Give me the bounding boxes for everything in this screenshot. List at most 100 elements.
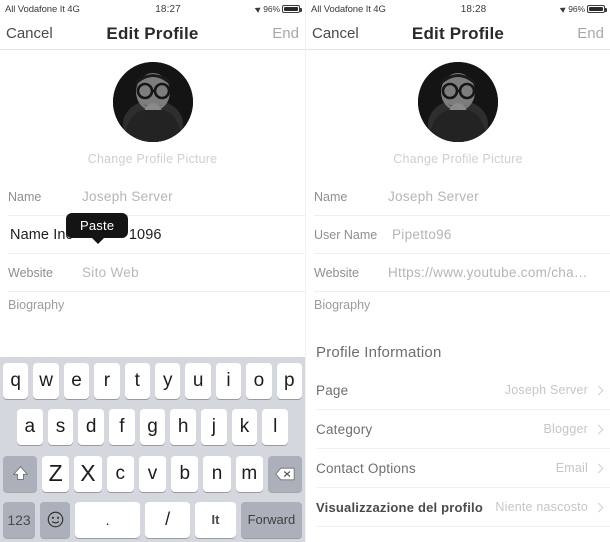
status-bar-time: 18:27 <box>155 3 181 15</box>
contact-options-value: Email <box>555 461 588 475</box>
field-row-biography[interactable]: Biography <box>8 292 305 322</box>
key-v[interactable]: v <box>138 455 167 492</box>
status-bar-carrier-group-right: All Vodafone It 4G <box>311 4 386 15</box>
status-bar-indicators-right: 96% <box>560 4 607 14</box>
website-label: Website <box>8 265 53 280</box>
key-b[interactable]: b <box>171 455 199 492</box>
delete-icon[interactable] <box>267 455 302 492</box>
key-d[interactable]: d <box>78 409 104 446</box>
key-g[interactable]: g <box>139 409 166 446</box>
battery-icon <box>587 5 607 13</box>
numbers-key[interactable]: 123 <box>3 501 35 538</box>
end-button[interactable]: End <box>272 25 299 42</box>
key-y[interactable]: y <box>155 363 181 399</box>
cancel-button[interactable]: Cancel <box>6 25 53 42</box>
avatar[interactable] <box>418 62 498 142</box>
key-o[interactable]: o <box>246 363 272 399</box>
username-input[interactable]: Pipetto96 <box>392 227 452 242</box>
key-a[interactable]: a <box>16 409 43 446</box>
profile-photo-illustration <box>418 62 498 142</box>
chevron-right-icon <box>593 424 604 434</box>
status-bar-time: 18:28 <box>460 3 487 15</box>
key-x[interactable]: X <box>74 455 102 492</box>
chevron-right-icon <box>593 463 604 473</box>
profile-row-category[interactable]: Category Blogger <box>316 410 610 449</box>
username-suffix: 1096 <box>128 226 162 243</box>
key-h[interactable]: h <box>170 409 197 446</box>
field-row-website[interactable]: Website Https://www.youtube.com/cha… <box>314 254 610 292</box>
biography-label: Biography <box>8 298 65 312</box>
field-row-biography[interactable]: Biography <box>314 292 610 322</box>
edit-profile-form-right: Name Joseph Server User Name Pipetto96 W… <box>306 174 610 322</box>
key-k[interactable]: k <box>231 409 258 446</box>
key-s[interactable]: s <box>47 409 74 446</box>
nav-bar-left: Cancel Edit Profile End <box>0 18 305 50</box>
end-button[interactable]: End <box>577 25 604 42</box>
dual-screenshot-container: All Vodafone It 4G 18:27 96% Cancel Edit… <box>0 0 610 542</box>
key-n[interactable]: n <box>203 455 231 492</box>
profile-row-page[interactable]: Page Joseph Server <box>316 371 610 410</box>
username-label: User Name <box>314 227 378 242</box>
shift-icon[interactable] <box>3 455 38 492</box>
profile-row-visualizzazione[interactable]: Visualizzazione del profilo Niente nasco… <box>316 488 610 527</box>
phone-screen-right: All Vodafone It 4G 18:28 96% Cancel Edit… <box>305 0 610 542</box>
nav-bar-right: Cancel Edit Profile End <box>306 18 610 50</box>
carrier-label: All Vodafone It 4G <box>311 3 386 15</box>
key-f[interactable]: f <box>109 409 135 446</box>
key-i[interactable]: i <box>215 363 242 399</box>
key-l[interactable]: l <box>262 409 289 446</box>
profile-photo-illustration <box>112 62 193 142</box>
change-profile-picture-button[interactable]: Change Profile Picture <box>306 152 610 166</box>
shift-arrow-glyph <box>12 466 28 481</box>
key-z[interactable]: Z <box>42 455 70 492</box>
period-key[interactable]: . <box>75 501 141 538</box>
profile-display-label: Visualizzazione del profilo <box>316 499 483 515</box>
category-value: Blogger <box>543 422 588 436</box>
emoji-icon[interactable] <box>40 501 70 538</box>
backspace-glyph <box>275 467 295 480</box>
profile-information-section: Profile Information Page Joseph Server C… <box>306 336 610 527</box>
avatar[interactable] <box>112 62 193 142</box>
field-row-name[interactable]: Name Joseph Server <box>8 178 305 216</box>
status-bar-indicators: 96% <box>255 4 302 14</box>
status-bar-right: All Vodafone It 4G 18:28 96% <box>306 0 610 18</box>
paste-callout-button[interactable]: Paste <box>66 213 129 244</box>
field-row-website[interactable]: Website Sito Web <box>8 254 305 292</box>
key-j[interactable]: j <box>201 409 227 446</box>
name-label: Name <box>314 189 348 204</box>
change-profile-picture-button[interactable]: Change Profile Picture <box>0 152 305 166</box>
key-c[interactable]: c <box>106 455 134 492</box>
keyboard-row-2: a s d f g h j k l <box>3 409 302 446</box>
field-row-username[interactable]: User Name Pipetto96 <box>314 216 610 254</box>
username-input[interactable]: Name Inc <box>8 227 73 243</box>
page-label: Page <box>316 382 349 398</box>
profile-row-contact-options[interactable]: Contact Options Email <box>316 449 610 488</box>
key-t[interactable]: t <box>124 363 150 399</box>
slash-key[interactable]: / <box>145 501 191 538</box>
website-input[interactable]: Sito Web <box>82 265 139 280</box>
key-r[interactable]: r <box>94 363 120 399</box>
key-p[interactable]: p <box>276 363 303 399</box>
language-key[interactable]: It <box>195 501 236 538</box>
chevron-right-icon <box>593 385 604 395</box>
forward-button[interactable]: Forward <box>240 501 302 538</box>
status-bar-carrier-group: All Vodafone It 4G <box>5 4 80 15</box>
biography-label: Biography <box>314 298 371 312</box>
website-input[interactable]: Https://www.youtube.com/cha… <box>388 265 588 280</box>
key-e[interactable]: e <box>63 363 90 399</box>
battery-percent-label: 96% <box>568 4 585 14</box>
key-q[interactable]: q <box>2 363 29 399</box>
keyboard-row-3: Z X c v b n m <box>3 455 302 492</box>
avatar-block-left: Change Profile Picture <box>0 50 305 174</box>
name-input[interactable]: Joseph Server <box>388 189 479 204</box>
cancel-button[interactable]: Cancel <box>312 25 359 42</box>
category-label: Category <box>316 421 373 437</box>
field-row-name[interactable]: Name Joseph Server <box>314 178 610 216</box>
key-w[interactable]: w <box>33 363 59 399</box>
key-m[interactable]: m <box>235 455 263 492</box>
field-row-username[interactable]: Name Inc 1096 Paste <box>8 213 305 254</box>
onscreen-keyboard[interactable]: q w e r t y u i o p a s d f g h j k l Z … <box>0 357 305 542</box>
name-input[interactable]: Joseph Server <box>82 189 173 204</box>
key-u[interactable]: u <box>185 363 211 399</box>
name-label: Name <box>8 189 42 204</box>
